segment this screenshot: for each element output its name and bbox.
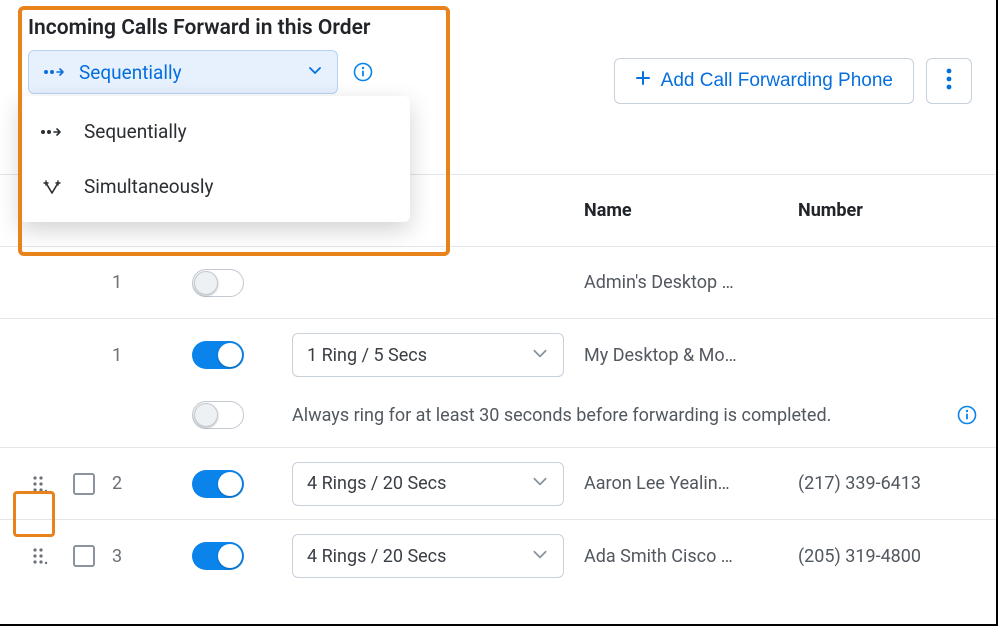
mode-option-sequentially[interactable]: Sequentially bbox=[20, 104, 410, 159]
chevron-down-icon bbox=[531, 472, 549, 495]
plus-icon bbox=[635, 70, 651, 92]
order-cell: 1 bbox=[106, 272, 192, 293]
col-name: Name bbox=[584, 200, 798, 221]
name-cell: Aaron Lee Yealin… bbox=[584, 473, 798, 494]
active-toggle[interactable] bbox=[192, 542, 244, 570]
order-cell: 3 bbox=[106, 546, 192, 567]
name-cell: My Desktop & Mo… bbox=[584, 345, 798, 366]
number-cell: (217) 339-6413 bbox=[798, 473, 968, 494]
add-button-label: Add Call Forwarding Phone bbox=[661, 70, 893, 92]
ring-duration-label: 1 Ring / 5 Secs bbox=[307, 345, 427, 366]
table-row: 1 Admin's Desktop … bbox=[0, 247, 996, 319]
always-ring-toggle[interactable] bbox=[192, 401, 244, 429]
forward-mode-dropdown: Sequentially Simultaneously bbox=[20, 96, 410, 222]
drag-handle-icon[interactable] bbox=[18, 545, 62, 567]
col-number: Number bbox=[798, 200, 968, 221]
page-title: Incoming Calls Forward in this Order bbox=[28, 16, 968, 40]
order-cell: 2 bbox=[106, 473, 192, 494]
ring-duration-label: 4 Rings / 20 Secs bbox=[307, 546, 446, 567]
mode-option-label: Sequentially bbox=[84, 120, 187, 143]
always-ring-label: Always ring for at least 30 seconds befo… bbox=[292, 405, 948, 426]
number-cell: (205) 319-4800 bbox=[798, 546, 968, 567]
ring-duration-select[interactable]: 4 Rings / 20 Secs bbox=[292, 534, 564, 578]
table-row: 2 4 Rings / 20 Secs Aaron Lee Yealin… (2… bbox=[0, 448, 996, 520]
active-toggle[interactable] bbox=[192, 470, 244, 498]
table-row: 3 4 Rings / 20 Secs Ada Smith Cisco … (2… bbox=[0, 520, 996, 592]
forward-mode-label: Sequentially bbox=[79, 61, 182, 84]
chevron-down-icon bbox=[307, 62, 323, 83]
active-toggle[interactable] bbox=[192, 269, 244, 297]
more-actions-button[interactable] bbox=[926, 58, 972, 104]
simultaneous-icon bbox=[40, 179, 68, 195]
info-icon[interactable] bbox=[956, 404, 978, 426]
forwarding-table: Order Active Ring For Name Number 1 bbox=[0, 174, 996, 592]
sequential-icon bbox=[43, 62, 67, 83]
name-cell: Ada Smith Cisco … bbox=[584, 546, 798, 567]
mode-option-label: Simultaneously bbox=[84, 175, 214, 198]
row-checkbox[interactable] bbox=[73, 473, 95, 495]
info-icon[interactable] bbox=[352, 61, 374, 83]
active-toggle[interactable] bbox=[192, 341, 244, 369]
order-cell: 1 bbox=[106, 345, 192, 366]
add-call-forwarding-button[interactable]: Add Call Forwarding Phone bbox=[614, 58, 914, 104]
table-row: 1 1 Ring / 5 Secs My Desktop & Mo… bbox=[0, 319, 996, 391]
chevron-down-icon bbox=[531, 545, 549, 568]
mode-option-simultaneously[interactable]: Simultaneously bbox=[20, 159, 410, 214]
chevron-down-icon bbox=[531, 344, 549, 367]
kebab-icon bbox=[946, 68, 952, 95]
ring-duration-label: 4 Rings / 20 Secs bbox=[307, 473, 446, 494]
forward-mode-select[interactable]: Sequentially bbox=[28, 50, 338, 94]
row-checkbox[interactable] bbox=[73, 545, 95, 567]
sequential-icon bbox=[40, 126, 68, 138]
ring-duration-select[interactable]: 1 Ring / 5 Secs bbox=[292, 333, 564, 377]
name-cell: Admin's Desktop … bbox=[584, 272, 798, 293]
drag-handle-icon[interactable] bbox=[18, 473, 62, 495]
ring-duration-select[interactable]: 4 Rings / 20 Secs bbox=[292, 462, 564, 506]
always-ring-row: Always ring for at least 30 seconds befo… bbox=[0, 391, 996, 448]
